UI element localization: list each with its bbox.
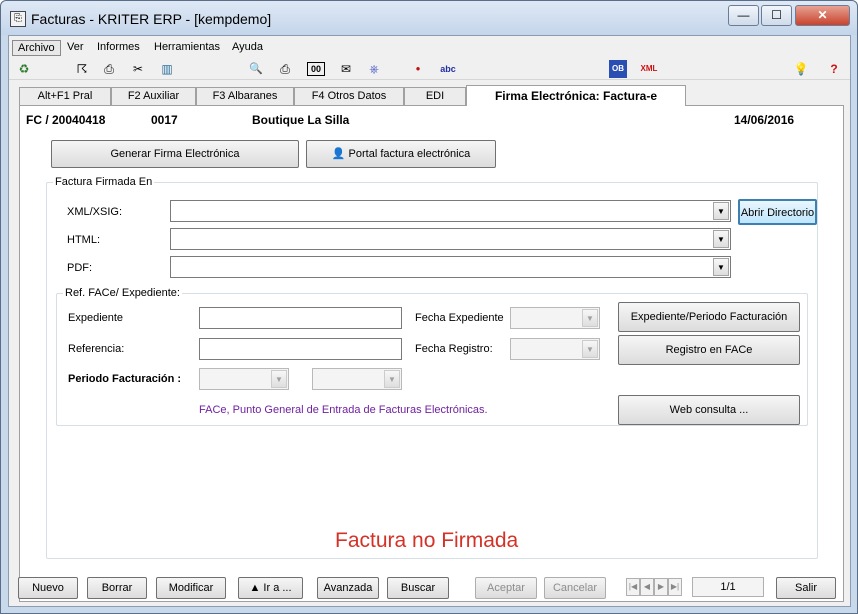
expediente-label: Expediente — [68, 312, 124, 324]
chevron-down-icon[interactable]: ▼ — [582, 309, 598, 327]
face-note: FACe, Punto General de Entrada de Factur… — [199, 404, 488, 416]
expediente-field[interactable] — [199, 307, 402, 329]
toolbar: ♻ ☈ ⎙ ✂ ▥ 🔍 ⎙ 00 ✉ ⎈ ● abc OB XML 💡 ? — [9, 58, 850, 80]
xml-label: XML/XSIG: — [67, 206, 123, 218]
fecha-expediente-label: Fecha Expediente — [415, 312, 504, 324]
spellcheck-icon[interactable]: abc — [437, 60, 459, 78]
menu-bar: Archivo Ver Informes Herramientas Ayuda — [9, 38, 850, 57]
portal-button[interactable]: 👤 Portal factura electrónica — [306, 140, 496, 168]
maximize-button[interactable]: ☐ — [761, 5, 792, 26]
firma-panel: FC / 20040418 0017 Boutique La Silla 14/… — [19, 105, 844, 602]
tab-pral[interactable]: Alt+F1 Pral — [19, 87, 111, 105]
xml-path-select[interactable]: ▼ — [170, 200, 731, 222]
help-icon[interactable]: ? — [825, 60, 843, 78]
borrar-button[interactable]: Borrar — [87, 577, 147, 599]
html-path-select[interactable]: ▼ — [170, 228, 731, 250]
expediente-periodo-button[interactable]: Expediente/Periodo Facturación — [618, 302, 800, 332]
tab-auxiliar[interactable]: F2 Auxiliar — [111, 87, 196, 105]
window-title: Facturas - KRITER ERP - [kempdemo] — [31, 11, 272, 27]
tab-firma-electronica[interactable]: Firma Electrónica: Factura-e — [466, 85, 686, 106]
attach-icon[interactable]: ✉ — [337, 60, 355, 78]
chevron-down-icon[interactable]: ▼ — [384, 370, 400, 388]
user-icon: 👤 — [331, 148, 346, 160]
menu-herramientas[interactable]: Herramientas — [149, 40, 225, 54]
avanzada-button[interactable]: Avanzada — [317, 577, 379, 599]
salir-button[interactable]: Salir — [776, 577, 836, 599]
fecha-expediente-select[interactable]: ▼ — [510, 307, 600, 329]
doc-reference: FC / 20040418 — [26, 113, 106, 127]
face-legend: Ref. FACe/ Expediente: — [63, 287, 182, 299]
html-label: HTML: — [67, 234, 100, 246]
buscar-button[interactable]: Buscar — [387, 577, 449, 599]
menu-ver[interactable]: Ver — [62, 40, 89, 54]
printer-alt-icon[interactable]: ⎙ — [100, 60, 118, 78]
open-directory-button[interactable]: Abrir Directorio — [738, 199, 817, 225]
cut-icon[interactable]: ✂ — [129, 60, 147, 78]
periodo-start-select[interactable]: ▼ — [199, 368, 289, 390]
chevron-down-icon[interactable]: ▼ — [582, 340, 598, 358]
close-button[interactable]: ✕ — [795, 5, 850, 26]
next-record-icon[interactable]: ▶ — [654, 578, 668, 596]
tab-edi[interactable]: EDI — [404, 87, 466, 105]
bulb-icon[interactable]: 💡 — [792, 60, 810, 78]
face-group: Ref. FACe/ Expediente: Expediente Refere… — [56, 287, 808, 426]
prev-record-icon[interactable]: ◀ — [640, 578, 654, 596]
run-icon[interactable]: ☈ — [73, 60, 91, 78]
counter-icon[interactable]: 00 — [307, 62, 325, 76]
title-bar: ⎘ Facturas - KRITER ERP - [kempdemo] — ☐… — [1, 1, 857, 35]
registro-face-button[interactable]: Registro en FACe — [618, 335, 800, 365]
web-consulta-button[interactable]: Web consulta ... — [618, 395, 800, 425]
pdf-path-select[interactable]: ▼ — [170, 256, 731, 278]
tab-albaranes[interactable]: F3 Albaranes — [196, 87, 294, 105]
firmada-group: Factura Firmada En XML/XSIG: ▼ Abrir Dir… — [46, 176, 818, 559]
minimize-button[interactable]: — — [728, 5, 759, 26]
ob-icon[interactable]: OB — [609, 60, 627, 78]
fecha-registro-label: Fecha Registro: — [415, 343, 493, 355]
tab-otros-datos[interactable]: F4 Otros Datos — [294, 87, 404, 105]
generate-signature-button[interactable]: Generar Firma Electrónica — [51, 140, 299, 168]
dot-icon[interactable]: ● — [409, 60, 427, 78]
referencia-label: Referencia: — [68, 343, 125, 355]
chevron-down-icon[interactable]: ▼ — [713, 230, 729, 248]
periodo-end-select[interactable]: ▼ — [312, 368, 402, 390]
menu-archivo[interactable]: Archivo — [12, 40, 61, 56]
print-icon[interactable]: ⎙ — [276, 60, 294, 78]
periodo-label: Periodo Facturación : — [68, 373, 182, 385]
portal-button-label: Portal factura electrónica — [348, 148, 471, 160]
client-name: Boutique La Silla — [252, 113, 350, 127]
referencia-field[interactable] — [199, 338, 402, 360]
chevron-down-icon[interactable]: ▼ — [713, 202, 729, 220]
chevron-down-icon[interactable]: ▼ — [271, 370, 287, 388]
fecha-registro-select[interactable]: ▼ — [510, 338, 600, 360]
find-doc-icon[interactable]: 🔍 — [247, 60, 265, 78]
ir-a-button[interactable]: ▲ Ir a ... — [238, 577, 303, 599]
signature-status: Factura no Firmada — [335, 529, 519, 552]
firmada-legend: Factura Firmada En — [53, 176, 155, 188]
pdf-label: PDF: — [67, 262, 93, 274]
nuevo-button[interactable]: Nuevo — [18, 577, 78, 599]
client-area: Archivo Ver Informes Herramientas Ayuda … — [8, 35, 851, 607]
doc-date: 14/06/2016 — [734, 113, 795, 127]
menu-ayuda[interactable]: Ayuda — [227, 40, 268, 54]
recycle-icon[interactable]: ♻ — [15, 60, 33, 78]
first-record-icon[interactable]: |◀ — [626, 578, 640, 596]
aceptar-button[interactable]: Aceptar — [475, 577, 537, 599]
chevron-down-icon[interactable]: ▼ — [713, 258, 729, 276]
modificar-button[interactable]: Modificar — [156, 577, 226, 599]
cancelar-button[interactable]: Cancelar — [544, 577, 606, 599]
app-window: ⎘ Facturas - KRITER ERP - [kempdemo] — ☐… — [0, 0, 858, 614]
menu-informes[interactable]: Informes — [92, 40, 145, 54]
record-counter: 1/1 — [692, 577, 764, 597]
xml-icon[interactable]: XML — [639, 60, 659, 78]
chart-icon[interactable]: ▥ — [158, 60, 176, 78]
paperclip-icon[interactable]: ⎈ — [365, 60, 383, 78]
app-icon: ⎘ — [10, 11, 26, 27]
doc-code: 0017 — [151, 113, 178, 127]
last-record-icon[interactable]: ▶| — [668, 578, 682, 596]
